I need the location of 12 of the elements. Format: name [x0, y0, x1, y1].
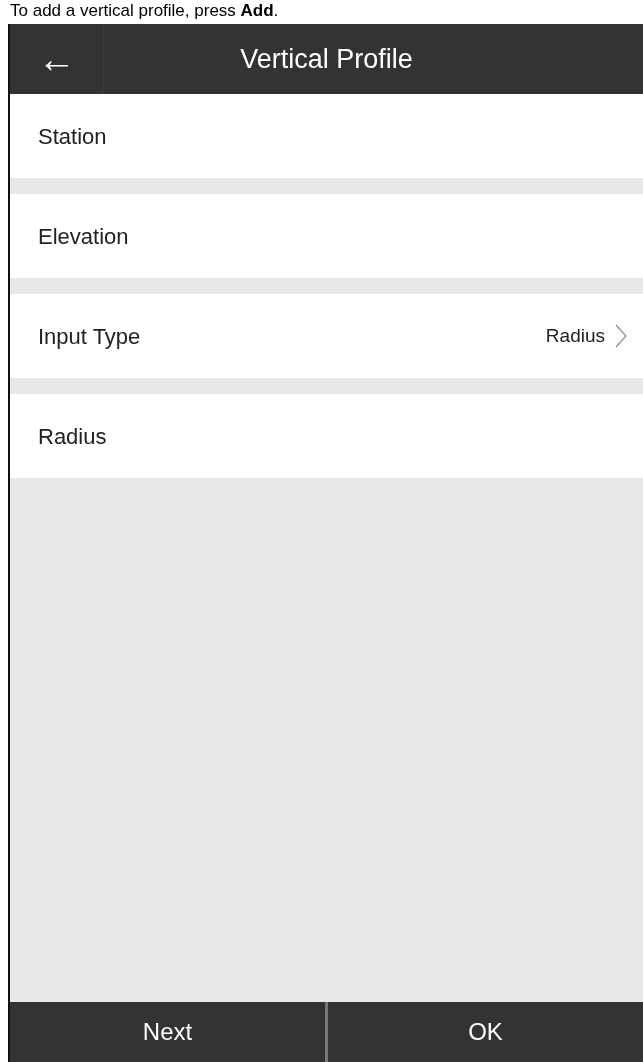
field-label: Radius: [38, 422, 108, 451]
field-label: Station: [38, 122, 108, 151]
input-type-selector[interactable]: Input Type Radius: [10, 294, 643, 378]
field-label: Elevation: [38, 222, 130, 251]
screen-title: Vertical Profile: [239, 42, 414, 76]
input-field[interactable]: Radius: [10, 394, 643, 478]
input-field[interactable]: Station: [10, 94, 643, 178]
field-label: Input Type: [38, 322, 142, 351]
selected-value: Radius: [545, 323, 605, 348]
chevron-right-icon: [615, 324, 627, 348]
input-field[interactable]: Elevation: [10, 194, 643, 278]
instruction-text: To add a vertical profile, press Add.: [9, 0, 280, 22]
